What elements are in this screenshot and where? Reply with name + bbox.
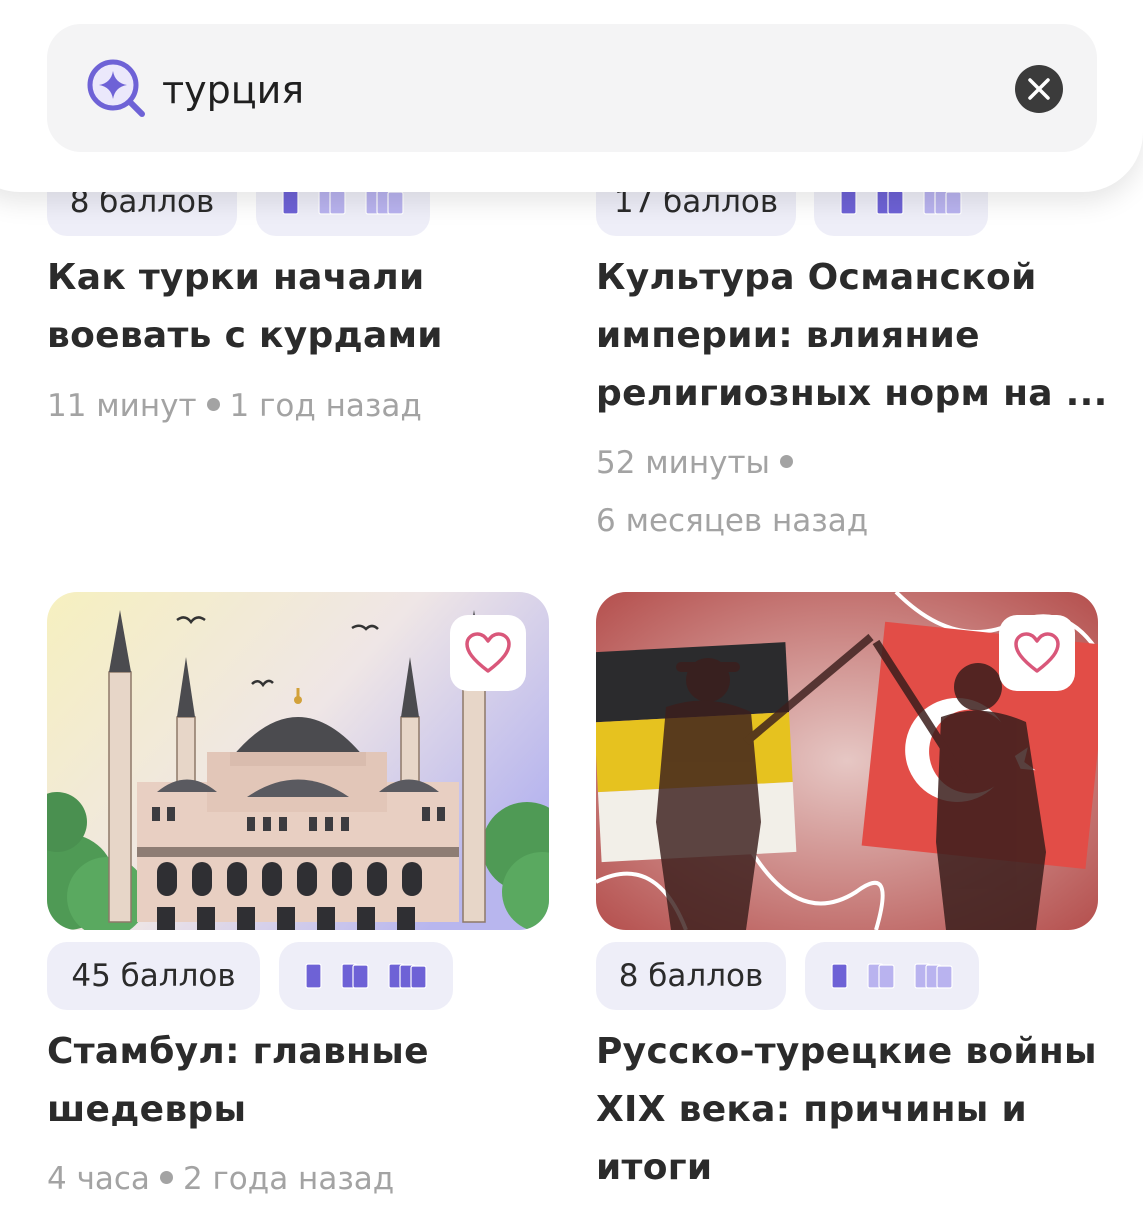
book-level-icon xyxy=(387,961,429,991)
card-meta: 52 минуты xyxy=(596,434,803,492)
points-badge: 45 баллов xyxy=(47,942,260,1010)
separator-dot xyxy=(206,398,220,411)
card-meta: 11 минут 1 год назад xyxy=(47,388,422,424)
card-title[interactable]: Как турки начали воевать с курдами xyxy=(47,249,547,365)
favorite-button[interactable] xyxy=(999,615,1075,691)
book-level-icon xyxy=(304,961,324,991)
search-sparkle-icon xyxy=(86,58,148,124)
points-text: 45 баллов xyxy=(71,958,236,994)
difficulty-badge xyxy=(279,942,453,1010)
points-badge: 8 баллов xyxy=(596,942,786,1010)
book-level-icon xyxy=(830,961,850,991)
card-title[interactable]: Культура Османской империи: влияние рели… xyxy=(596,249,1126,423)
clear-icon xyxy=(1028,78,1050,100)
points-text: 8 баллов xyxy=(618,958,764,994)
separator-dot xyxy=(779,455,793,468)
book-level-icon xyxy=(340,961,371,991)
book-level-icon xyxy=(913,961,955,991)
card-title[interactable]: Стамбул: главные шедевры xyxy=(47,1023,547,1139)
clear-search-button[interactable] xyxy=(1015,65,1063,113)
book-level-icon xyxy=(866,961,897,991)
separator-dot xyxy=(159,1171,173,1184)
card-meta-date: 6 месяцев назад xyxy=(596,503,869,539)
card-meta: 4 часа 2 года назад xyxy=(47,1161,395,1197)
favorite-button[interactable] xyxy=(450,615,526,691)
heart-icon xyxy=(1014,632,1060,673)
heart-icon xyxy=(465,632,511,673)
search-input[interactable] xyxy=(162,62,942,118)
card-title[interactable]: Русско-турецкие войны XIX века: причины … xyxy=(596,1023,1136,1197)
difficulty-badge xyxy=(805,942,979,1010)
